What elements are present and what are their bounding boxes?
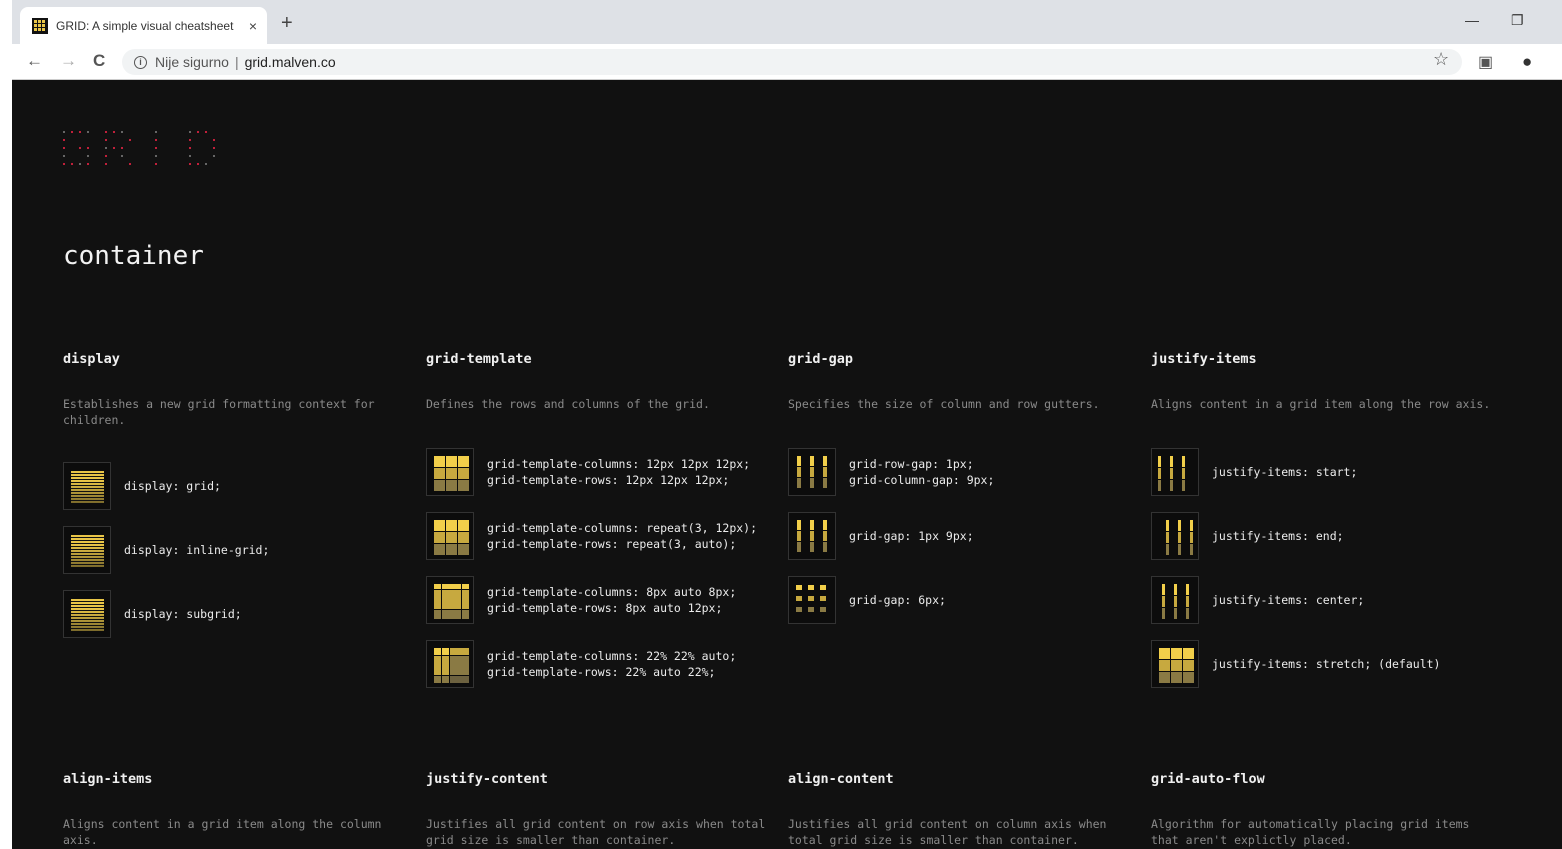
forward-icon[interactable]: → <box>60 51 77 71</box>
prop-description: Algorithm for automatically placing grid… <box>1151 817 1470 847</box>
example-code: justify-items: center; <box>1212 593 1365 607</box>
example-code: grid-template-columns: 12px 12px 12px; g… <box>487 457 751 487</box>
example-code: grid-template-columns: 22% 22% auto; gri… <box>487 649 737 679</box>
prop-description: Aligns content in a grid item along the … <box>1151 397 1491 411</box>
tab-title: GRID: A simple visual cheatsheet <box>56 18 234 33</box>
example-justify-items-start[interactable]: justify-items: start; <box>1151 448 1440 496</box>
prop-name: grid-auto-flow <box>1151 771 1265 787</box>
example-code: grid-template-columns: repeat(3, 12px); … <box>487 521 758 551</box>
example-code: grid-gap: 6px; <box>849 593 946 607</box>
grid-template-percent-thumbnail-icon <box>426 640 474 688</box>
example-grid-template-repeat[interactable]: grid-template-columns: repeat(3, 12px); … <box>426 512 757 560</box>
grid-template-auto-thumbnail-icon <box>426 576 474 624</box>
prop-grid-template: grid-template Defines the rows and colum… <box>426 351 766 688</box>
page-content: container display Establishes a new grid… <box>12 81 1562 849</box>
prop-description: Defines the rows and columns of the grid… <box>426 397 710 411</box>
url-separator: | <box>234 54 239 70</box>
logo-letter <box>189 131 217 167</box>
display-grid-thumbnail-icon <box>63 462 111 510</box>
prop-name: justify-items <box>1151 351 1257 367</box>
logo-letter <box>147 131 175 167</box>
grid-gap-6px-thumbnail-icon <box>788 576 836 624</box>
example-code: grid-template-columns: 8px auto 8px; gri… <box>487 585 737 615</box>
prop-description: Justifies all grid content on column axi… <box>788 817 1107 847</box>
example-display-subgrid[interactable]: display: subgrid; <box>63 590 269 638</box>
example-grid-template-percent[interactable]: grid-template-columns: 22% 22% auto; gri… <box>426 640 757 688</box>
example-code: display: grid; <box>124 479 221 493</box>
example-code: grid-row-gap: 1px; grid-column-gap: 9px; <box>849 457 995 487</box>
example-code: display: subgrid; <box>124 607 242 621</box>
justify-items-stretch-thumbnail-icon <box>1151 640 1199 688</box>
prop-name: align-items <box>63 771 153 787</box>
grid-favicon-icon <box>32 17 48 34</box>
example-code: justify-items: end; <box>1212 529 1344 543</box>
grid-gap-thumbnail-icon <box>788 512 836 560</box>
prop-align-content: align-content Justifies all grid content… <box>788 771 1128 848</box>
example-code: grid-gap: 1px 9px; <box>849 529 974 543</box>
display-subgrid-thumbnail-icon <box>63 590 111 638</box>
back-icon[interactable]: ← <box>26 51 43 71</box>
prop-name: grid-gap <box>788 351 854 367</box>
prop-justify-content: justify-content Justifies all grid conte… <box>426 771 766 848</box>
prop-description: Establishes a new grid formatting contex… <box>63 397 375 427</box>
example-display-inline-grid[interactable]: display: inline-grid; <box>63 526 269 574</box>
grid-template-repeat-thumbnail-icon <box>426 512 474 560</box>
new-tab-button[interactable]: + <box>281 12 293 35</box>
security-label: Nije sigurno <box>155 54 229 70</box>
example-display-grid[interactable]: display: grid; <box>63 462 269 510</box>
minimize-icon[interactable]: — <box>1465 12 1479 28</box>
prop-grid-auto-flow: grid-auto-flow Algorithm for automatical… <box>1151 771 1491 848</box>
grid-logo-icon <box>63 131 217 167</box>
example-justify-items-center[interactable]: justify-items: center; <box>1151 576 1440 624</box>
section-title: container <box>63 241 204 271</box>
tab-strip: GRID: A simple visual cheatsheet × + — ❐ <box>0 0 1562 44</box>
example-code: justify-items: stretch; (default) <box>1212 657 1441 671</box>
justify-items-end-thumbnail-icon <box>1151 512 1199 560</box>
justify-items-start-thumbnail-icon <box>1151 448 1199 496</box>
account-icon[interactable]: ● <box>1522 52 1532 72</box>
example-justify-items-end[interactable]: justify-items: end; <box>1151 512 1440 560</box>
bookmark-star-icon[interactable]: ☆ <box>1433 49 1449 70</box>
prop-description: Aligns content in a grid item along the … <box>63 817 382 847</box>
url-text: grid.malven.co <box>244 54 336 70</box>
example-code: display: inline-grid; <box>124 543 270 557</box>
prop-name: align-content <box>788 771 894 787</box>
browser-tab[interactable]: GRID: A simple visual cheatsheet × <box>20 7 267 44</box>
example-grid-template-auto[interactable]: grid-template-columns: 8px auto 8px; gri… <box>426 576 757 624</box>
restore-icon[interactable]: ❐ <box>1511 12 1524 29</box>
example-grid-gap-1px-9px[interactable]: grid-gap: 1px 9px; <box>788 512 994 560</box>
prop-justify-items: justify-items Aligns content in a grid i… <box>1151 351 1491 688</box>
grid-template-thumbnail-icon <box>426 448 474 496</box>
window-edge <box>0 0 12 849</box>
url-input[interactable]: i Nije sigurno | grid.malven.co <box>122 49 1462 75</box>
prop-display: display Establishes a new grid formattin… <box>63 351 403 638</box>
example-justify-items-stretch[interactable]: justify-items: stretch; (default) <box>1151 640 1440 688</box>
example-grid-template-fixed[interactable]: grid-template-columns: 12px 12px 12px; g… <box>426 448 757 496</box>
prop-grid-gap: grid-gap Specifies the size of column an… <box>788 351 1128 624</box>
prop-description: Justifies all grid content on row axis w… <box>426 817 766 847</box>
example-grid-gap-6px[interactable]: grid-gap: 6px; <box>788 576 994 624</box>
info-icon[interactable]: i <box>134 55 147 69</box>
prop-name: justify-content <box>426 771 548 787</box>
grid-row-gap-thumbnail-icon <box>788 448 836 496</box>
prop-align-items: align-items Aligns content in a grid ite… <box>63 771 403 848</box>
address-bar: ← → C i Nije sigurno | grid.malven.co ☆ … <box>0 44 1562 80</box>
prop-name: grid-template <box>426 351 532 367</box>
logo-letter <box>63 131 91 167</box>
display-inline-grid-thumbnail-icon <box>63 526 111 574</box>
logo-letter <box>105 131 133 167</box>
reload-icon[interactable]: C <box>93 51 105 71</box>
justify-items-center-thumbnail-icon <box>1151 576 1199 624</box>
prop-description: Specifies the size of column and row gut… <box>788 397 1100 411</box>
tab-close-icon[interactable]: × <box>249 18 257 34</box>
example-code: justify-items: start; <box>1212 465 1358 479</box>
example-grid-row-gap[interactable]: grid-row-gap: 1px; grid-column-gap: 9px; <box>788 448 994 496</box>
prop-name: display <box>63 351 120 367</box>
camera-icon[interactable]: ▣ <box>1478 52 1493 72</box>
